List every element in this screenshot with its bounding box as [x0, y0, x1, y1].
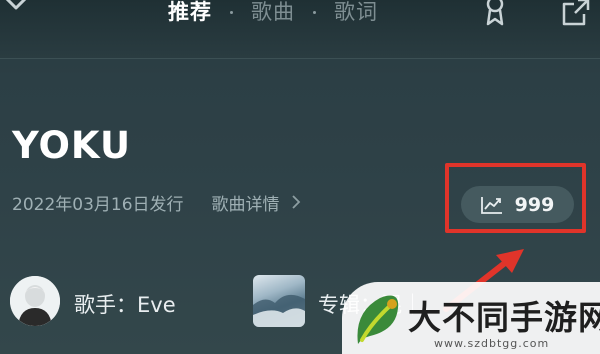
album-cover[interactable]: [253, 275, 305, 327]
song-title: YOKU: [12, 124, 131, 167]
highlight-annotation-box: [445, 163, 586, 233]
chevron-right-icon: [291, 195, 300, 209]
album-art-icon: [253, 294, 305, 327]
leaf-logo-icon: [357, 295, 399, 344]
artist-avatar[interactable]: [10, 276, 60, 326]
chevron-down-icon[interactable]: [2, 0, 30, 22]
top-bar: 推荐 歌曲 歌词: [0, 0, 600, 60]
watermark-url: www.szdbtgg.com: [434, 337, 550, 350]
artist-label[interactable]: 歌手：Eve: [74, 289, 176, 319]
tab-separator: [313, 10, 316, 14]
song-detail-link[interactable]: 歌曲详情: [212, 190, 302, 215]
release-row: 2022年03月16日发行 歌曲详情: [12, 189, 302, 215]
header-divider: [0, 58, 600, 59]
artist-portrait-icon: [10, 276, 60, 326]
watermark-logo: 大不同手游网 www.szdbtgg.com: [342, 282, 600, 354]
tab-bar: 推荐 歌曲 歌词: [168, 0, 378, 24]
tab-recommend[interactable]: 推荐: [168, 0, 212, 24]
tab-lyrics[interactable]: 歌词: [334, 0, 378, 24]
tab-separator: [230, 10, 233, 14]
award-ribbon-icon[interactable]: [478, 0, 512, 30]
song-detail-label: 歌曲详情: [211, 194, 280, 215]
tab-song[interactable]: 歌曲: [251, 0, 295, 24]
watermark-text: 大不同手游网: [408, 298, 600, 337]
share-icon[interactable]: [558, 0, 592, 30]
release-date: 2022年03月16日发行: [12, 194, 184, 215]
